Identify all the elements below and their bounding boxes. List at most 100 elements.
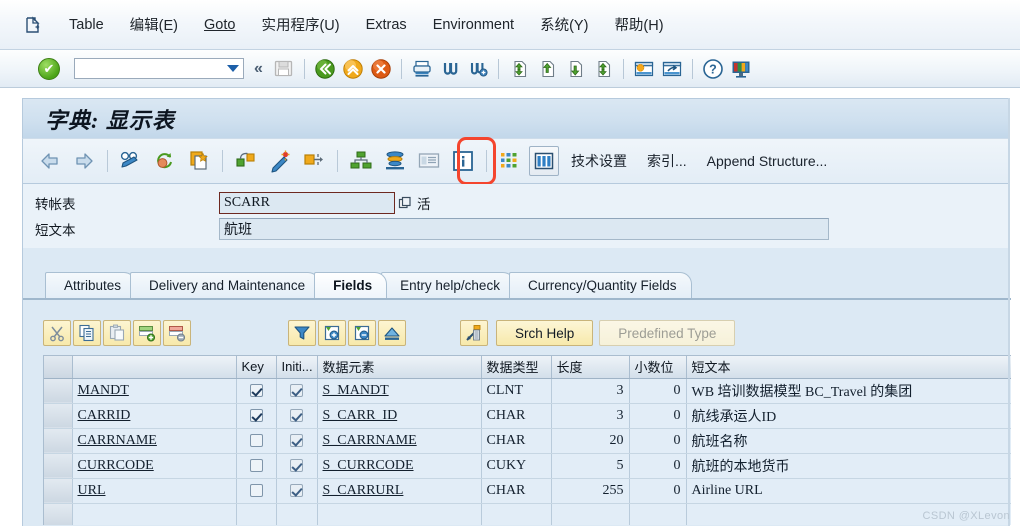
collapse-toolbar-button[interactable]: «	[254, 60, 263, 78]
cell-key[interactable]	[236, 403, 277, 429]
col-header-decimals[interactable]: 小数位	[629, 356, 687, 379]
cell-field[interactable]	[72, 503, 237, 525]
insert-row-icon[interactable]	[133, 320, 161, 346]
data-element-icon[interactable]	[460, 320, 488, 346]
help-icon[interactable]: ?	[700, 56, 726, 82]
tab-fields[interactable]: Fields	[314, 272, 388, 298]
fields-grid[interactable]: Key Initi... 数据元素 数据类型 长度 小数位 短文本 MANDT	[43, 355, 1011, 525]
display-change-icon[interactable]	[116, 146, 146, 176]
menu-item-goto[interactable]: Goto	[191, 15, 248, 35]
table-row[interactable]: CURRCODE S_CURRCODE CUKY 5 0 航班的本地货币	[44, 453, 1011, 479]
row-selector[interactable]	[44, 453, 73, 479]
key-checkbox[interactable]	[249, 408, 263, 422]
last-page-icon[interactable]	[590, 56, 616, 82]
first-page-icon[interactable]	[506, 56, 532, 82]
cell-initial[interactable]	[276, 403, 318, 429]
transparent-table-input[interactable]: SCARR	[219, 192, 395, 214]
menu-item-environment[interactable]: Environment	[420, 15, 527, 35]
row-selector[interactable]	[44, 403, 73, 429]
append-icon[interactable]	[378, 320, 406, 346]
menu-item-help[interactable]: 帮助(H)	[601, 12, 676, 37]
key-checkbox[interactable]	[249, 383, 263, 397]
customize-local-layout-icon[interactable]	[728, 56, 754, 82]
refresh-icon[interactable]	[150, 146, 180, 176]
menu-item-system[interactable]: 系统(Y)	[527, 12, 601, 37]
table-row[interactable]: URL S_CARRURL CHAR 255 0 Airline URL	[44, 478, 1011, 504]
cell-initial[interactable]	[276, 478, 318, 504]
tab-currency-quantity-fields[interactable]: Currency/Quantity Fields	[508, 272, 692, 298]
expand-include-icon[interactable]	[318, 320, 346, 346]
table-row[interactable]: CARRNAME S_CARRNAME CHAR 20 0 航班名称	[44, 428, 1011, 454]
sap-system-menu-icon[interactable]	[22, 14, 44, 36]
tab-entry-help-check[interactable]: Entry help/check	[381, 272, 515, 298]
create-session-icon[interactable]	[631, 56, 657, 82]
cell-initial[interactable]	[276, 428, 318, 454]
col-header-key[interactable]: Key	[236, 356, 277, 379]
cell-field[interactable]: CARRNAME	[72, 428, 237, 454]
key-checkbox[interactable]	[249, 483, 263, 497]
col-header-length[interactable]: 长度	[551, 356, 630, 379]
initial-checkbox[interactable]	[290, 383, 303, 397]
vertical-scrollbar[interactable]	[1008, 98, 1010, 526]
info-icon[interactable]	[448, 146, 478, 176]
next-page-icon[interactable]	[562, 56, 588, 82]
collapse-include-icon[interactable]	[348, 320, 376, 346]
cell-field[interactable]: CURRCODE	[72, 453, 237, 479]
cell-data-element[interactable]: S_CARRNAME	[317, 428, 482, 454]
cell-data-element[interactable]: S_CARRURL	[317, 478, 482, 504]
col-header-data-element[interactable]: 数据元素	[317, 356, 482, 379]
key-checkbox[interactable]	[249, 433, 263, 447]
hierarchy-icon[interactable]	[346, 146, 376, 176]
field-list-icon[interactable]	[495, 146, 525, 176]
cell-key[interactable]	[236, 453, 277, 479]
cell-initial[interactable]	[276, 378, 318, 404]
copy-object-icon[interactable]	[184, 146, 214, 176]
back-icon[interactable]	[312, 56, 338, 82]
col-header-short-text[interactable]: 短文本	[686, 356, 1011, 379]
table-row[interactable]: MANDT S_MANDT CLNT 3 0 WB 培训数据模型 BC_Trav…	[44, 378, 1011, 404]
row-selector[interactable]	[44, 503, 73, 525]
enter-ok-button[interactable]: ✔	[38, 57, 60, 80]
create-shortcut-icon[interactable]	[659, 56, 685, 82]
tab-delivery-and-maintenance[interactable]: Delivery and Maintenance	[130, 272, 321, 298]
columns-table-icon[interactable]	[529, 146, 559, 176]
search-help-button[interactable]: Srch Help	[496, 320, 594, 346]
cell-key[interactable]	[236, 478, 277, 504]
filter-icon[interactable]	[288, 320, 316, 346]
table-row[interactable]: CARRID S_CARR_ID CHAR 3 0 航线承运人ID	[44, 403, 1011, 429]
activate-icon[interactable]	[299, 146, 329, 176]
cut-icon[interactable]	[43, 320, 71, 346]
forward-arrow-icon[interactable]	[69, 146, 99, 176]
col-header-select[interactable]	[44, 356, 73, 379]
paste-icon[interactable]	[103, 320, 131, 346]
find-icon[interactable]	[437, 56, 463, 82]
table-row[interactable]	[44, 503, 1011, 525]
back-arrow-icon[interactable]	[35, 146, 65, 176]
append-structure-button[interactable]: Append Structure...	[697, 150, 838, 172]
check-icon[interactable]	[265, 146, 295, 176]
cell-field[interactable]: URL	[72, 478, 237, 504]
exit-icon[interactable]	[340, 56, 366, 82]
row-selector[interactable]	[44, 428, 73, 454]
layers-icon[interactable]	[380, 146, 410, 176]
row-selector[interactable]	[44, 378, 73, 404]
table-lookup-icon[interactable]	[398, 196, 412, 210]
cell-field[interactable]: CARRID	[72, 403, 237, 429]
cell-key[interactable]	[236, 378, 277, 404]
short-text-input[interactable]: 航班	[219, 218, 829, 240]
initial-checkbox[interactable]	[290, 408, 303, 422]
save-icon[interactable]	[271, 56, 297, 82]
tab-attributes[interactable]: Attributes	[45, 272, 137, 298]
cell-initial[interactable]	[276, 453, 318, 479]
menu-item-edit[interactable]: 编辑(E)	[117, 12, 191, 37]
copy-icon[interactable]	[73, 320, 101, 346]
cell-initial[interactable]	[276, 503, 318, 525]
command-input[interactable]	[75, 60, 221, 77]
where-used-list-icon[interactable]	[231, 146, 261, 176]
find-next-icon[interactable]	[465, 56, 491, 82]
cell-data-element[interactable]: S_CARR_ID	[317, 403, 482, 429]
key-checkbox[interactable]	[249, 458, 263, 472]
documentation-icon[interactable]	[414, 146, 444, 176]
menu-item-table[interactable]: Table	[56, 15, 117, 35]
cell-data-element[interactable]	[317, 503, 482, 525]
